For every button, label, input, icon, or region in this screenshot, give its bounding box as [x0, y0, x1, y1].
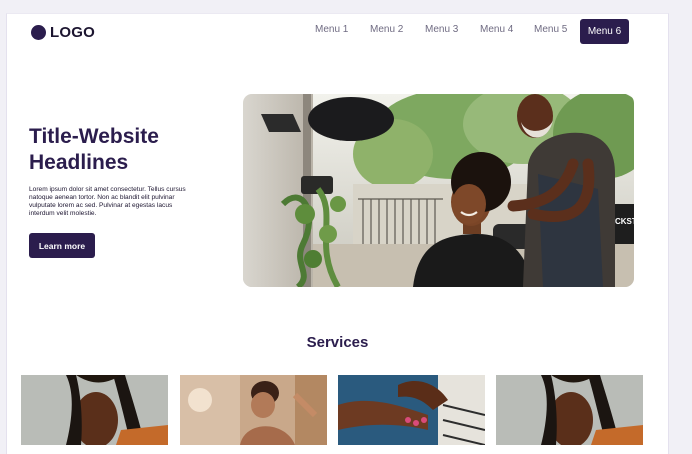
logo[interactable]: LOGO	[31, 24, 95, 41]
services-title: Services	[306, 334, 369, 351]
learn-more-button[interactable]: Learn more	[29, 233, 95, 258]
service-card-2-image	[180, 375, 327, 445]
menu-item-3[interactable]: Menu 3	[425, 24, 458, 35]
service-card-3[interactable]	[338, 375, 485, 445]
page-container: LOGO Menu 1 Menu 2 Menu 3 Menu 4 Menu 5 …	[6, 13, 669, 454]
service-card-4-image	[496, 375, 643, 445]
service-card-2[interactable]	[180, 375, 327, 445]
hero-title-line-2: Headlines	[29, 151, 129, 174]
hero-image: CKST	[243, 94, 634, 287]
logo-circle-icon	[31, 25, 46, 40]
hero-title-line-1: Title-Website	[29, 125, 159, 148]
hero-description: Lorem ipsum dolor sit amet consectetur. …	[29, 186, 186, 217]
salon-photo-illustration: CKST	[243, 94, 634, 287]
service-card-4[interactable]	[496, 375, 643, 445]
menu-item-5[interactable]: Menu 5	[534, 24, 567, 35]
service-card-1[interactable]	[21, 375, 168, 445]
menu-item-2[interactable]: Menu 2	[370, 24, 403, 35]
service-card-1-image	[21, 375, 168, 445]
menu-item-6-active[interactable]: Menu 6	[580, 19, 629, 44]
service-card-3-image	[338, 375, 485, 445]
menu-item-1[interactable]: Menu 1	[315, 24, 348, 35]
street-sign-text: CKST	[615, 217, 634, 226]
top-navbar: LOGO Menu 1 Menu 2 Menu 3 Menu 4 Menu 5 …	[7, 14, 668, 51]
hero-title: Title-Website Headlines	[29, 124, 229, 176]
logo-text: LOGO	[50, 24, 95, 41]
menu-item-4[interactable]: Menu 4	[480, 24, 513, 35]
